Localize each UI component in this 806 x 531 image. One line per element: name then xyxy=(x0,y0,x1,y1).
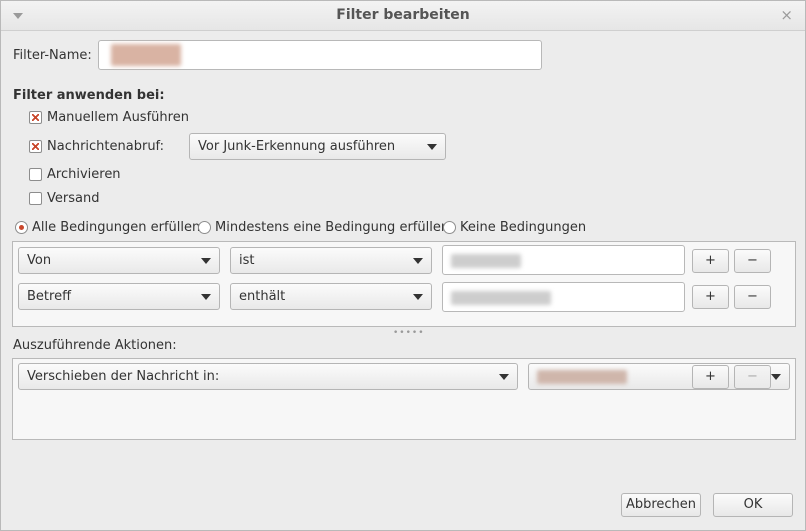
splitter-grip-icon[interactable]: ••••• xyxy=(393,328,425,338)
match-any-radio[interactable] xyxy=(198,221,211,234)
condition-1-redacted xyxy=(451,254,521,268)
chevron-down-icon xyxy=(413,258,423,264)
chevron-down-icon xyxy=(427,144,437,150)
match-all-radio[interactable] xyxy=(15,221,28,234)
filter-name-redacted xyxy=(111,44,181,66)
match-none-label[interactable]: Keine Bedingungen xyxy=(460,220,586,235)
chevron-down-icon xyxy=(413,294,423,300)
action-1-type-value: Verschieben der Nachricht in: xyxy=(27,369,220,384)
archive-checkbox[interactable] xyxy=(29,168,42,181)
action-1-add-button[interactable]: + xyxy=(692,365,729,389)
titlebar: Filter bearbeiten × xyxy=(1,1,805,31)
action-1-remove-button[interactable]: − xyxy=(734,365,771,389)
action-1-type[interactable]: Verschieben der Nachricht in: xyxy=(18,363,518,390)
actions-heading: Auszuführende Aktionen: xyxy=(13,338,177,353)
condition-2-add-button[interactable]: + xyxy=(692,285,729,309)
apply-heading: Filter anwenden bei: xyxy=(13,88,165,103)
condition-2-field[interactable]: Betreff xyxy=(18,283,220,310)
chevron-down-icon xyxy=(771,374,781,380)
send-label[interactable]: Versand xyxy=(47,191,99,206)
archive-label[interactable]: Archivieren xyxy=(47,167,121,182)
manual-run-label[interactable]: Manuellem Ausführen xyxy=(47,110,189,125)
condition-1-add-button[interactable]: + xyxy=(692,249,729,273)
chevron-down-icon xyxy=(201,294,211,300)
filter-name-input[interactable] xyxy=(98,40,542,70)
window-title: Filter bearbeiten xyxy=(336,7,470,23)
chevron-down-icon xyxy=(201,258,211,264)
condition-1-value-input[interactable] xyxy=(442,245,685,275)
condition-2-operator[interactable]: enthält xyxy=(230,283,432,310)
fetch-checkbox[interactable] xyxy=(29,140,42,153)
condition-1-operator-value: ist xyxy=(239,253,255,268)
fetch-label[interactable]: Nachrichtenabruf: xyxy=(47,139,164,154)
condition-1-remove-button[interactable]: − xyxy=(734,249,771,273)
manual-run-checkbox[interactable] xyxy=(29,111,42,124)
match-none-radio[interactable] xyxy=(443,221,456,234)
condition-1-field[interactable]: Von xyxy=(18,247,220,274)
send-checkbox[interactable] xyxy=(29,192,42,205)
condition-2-redacted xyxy=(451,291,551,305)
match-all-label[interactable]: Alle Bedingungen erfüllen xyxy=(32,220,200,235)
action-1-target-redacted xyxy=(537,370,627,384)
filter-name-label: Filter-Name: xyxy=(13,48,92,63)
close-icon[interactable]: × xyxy=(780,7,793,23)
match-any-label[interactable]: Mindestens eine Bedingung erfüllen xyxy=(215,220,449,235)
condition-2-field-value: Betreff xyxy=(27,289,72,304)
timing-dropdown[interactable]: Vor Junk-Erkennung ausführen xyxy=(189,133,446,160)
chevron-down-icon xyxy=(499,374,509,380)
condition-1-field-value: Von xyxy=(27,253,52,268)
condition-1-operator[interactable]: ist xyxy=(230,247,432,274)
ok-button[interactable]: OK xyxy=(713,493,793,517)
cancel-button[interactable]: Abbrechen xyxy=(621,493,701,517)
condition-2-value-input[interactable] xyxy=(442,282,685,312)
condition-2-operator-value: enthält xyxy=(239,289,286,304)
condition-2-remove-button[interactable]: − xyxy=(734,285,771,309)
timing-value: Vor Junk-Erkennung ausführen xyxy=(198,139,396,154)
filter-dialog: Filter bearbeiten × Filter-Name: Filter … xyxy=(0,0,806,531)
